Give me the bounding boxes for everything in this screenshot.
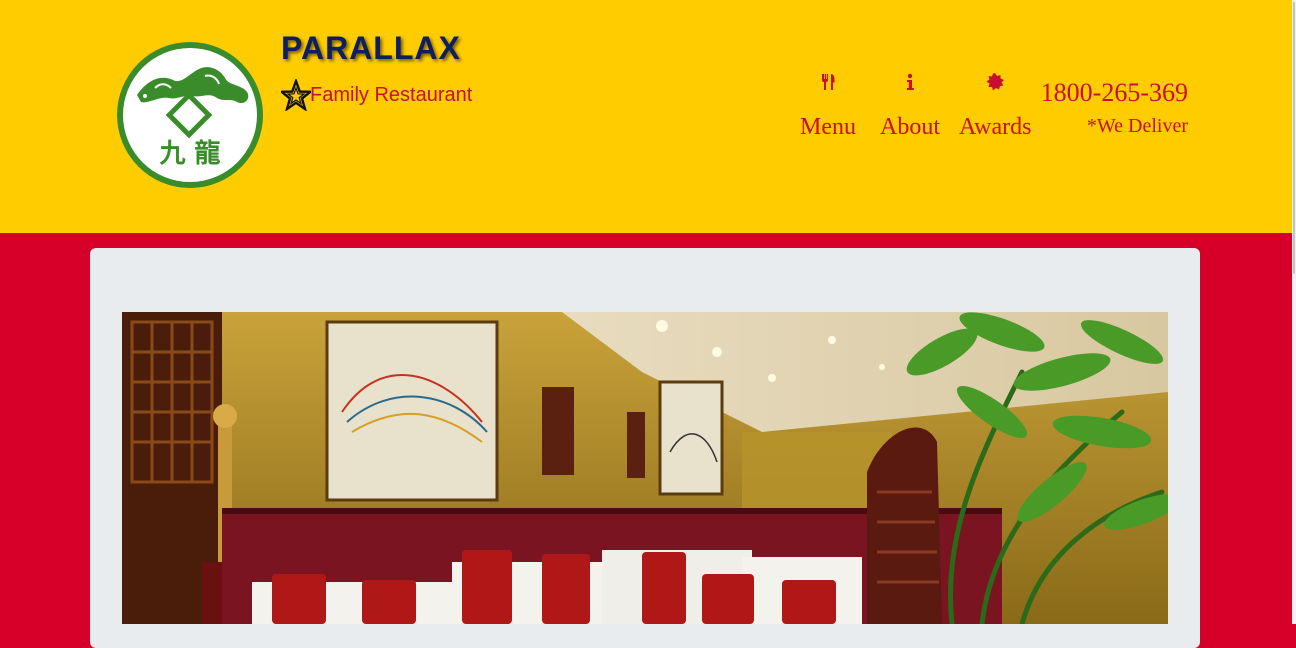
- brand-title[interactable]: PARALLAX: [281, 30, 461, 67]
- nav-about[interactable]: About: [880, 71, 940, 141]
- nav-menu-label: Menu: [800, 114, 856, 140]
- site-header: 九 龍 PARALLAX Family Restaurant Menu Abou…: [0, 0, 1292, 233]
- tagline-text: Family Restaurant: [310, 83, 473, 106]
- restaurant-logo[interactable]: 九 龍: [115, 40, 265, 190]
- info-icon: [880, 71, 940, 91]
- restaurant-interior-photo: [122, 312, 1168, 624]
- certificate-icon: [959, 71, 1031, 91]
- delivery-note: *We Deliver: [1086, 115, 1188, 137]
- star-icon: [281, 79, 311, 111]
- nav-menu[interactable]: Menu: [800, 71, 856, 141]
- utensils-icon: [800, 71, 856, 91]
- contact-block: 1800-265-369 *We Deliver: [1041, 78, 1188, 138]
- phone-number[interactable]: 1800-265-369: [1041, 78, 1188, 108]
- nav-about-label: About: [880, 114, 940, 140]
- nav-awards-label: Awards: [959, 114, 1032, 140]
- page-scrollbar[interactable]: [1292, 0, 1296, 624]
- nav-awards[interactable]: Awards: [959, 71, 1031, 141]
- logo-characters: 九 龍: [158, 138, 220, 169]
- brand-tagline: Family Restaurant: [281, 79, 472, 111]
- scrollbar-thumb[interactable]: [1293, 2, 1295, 274]
